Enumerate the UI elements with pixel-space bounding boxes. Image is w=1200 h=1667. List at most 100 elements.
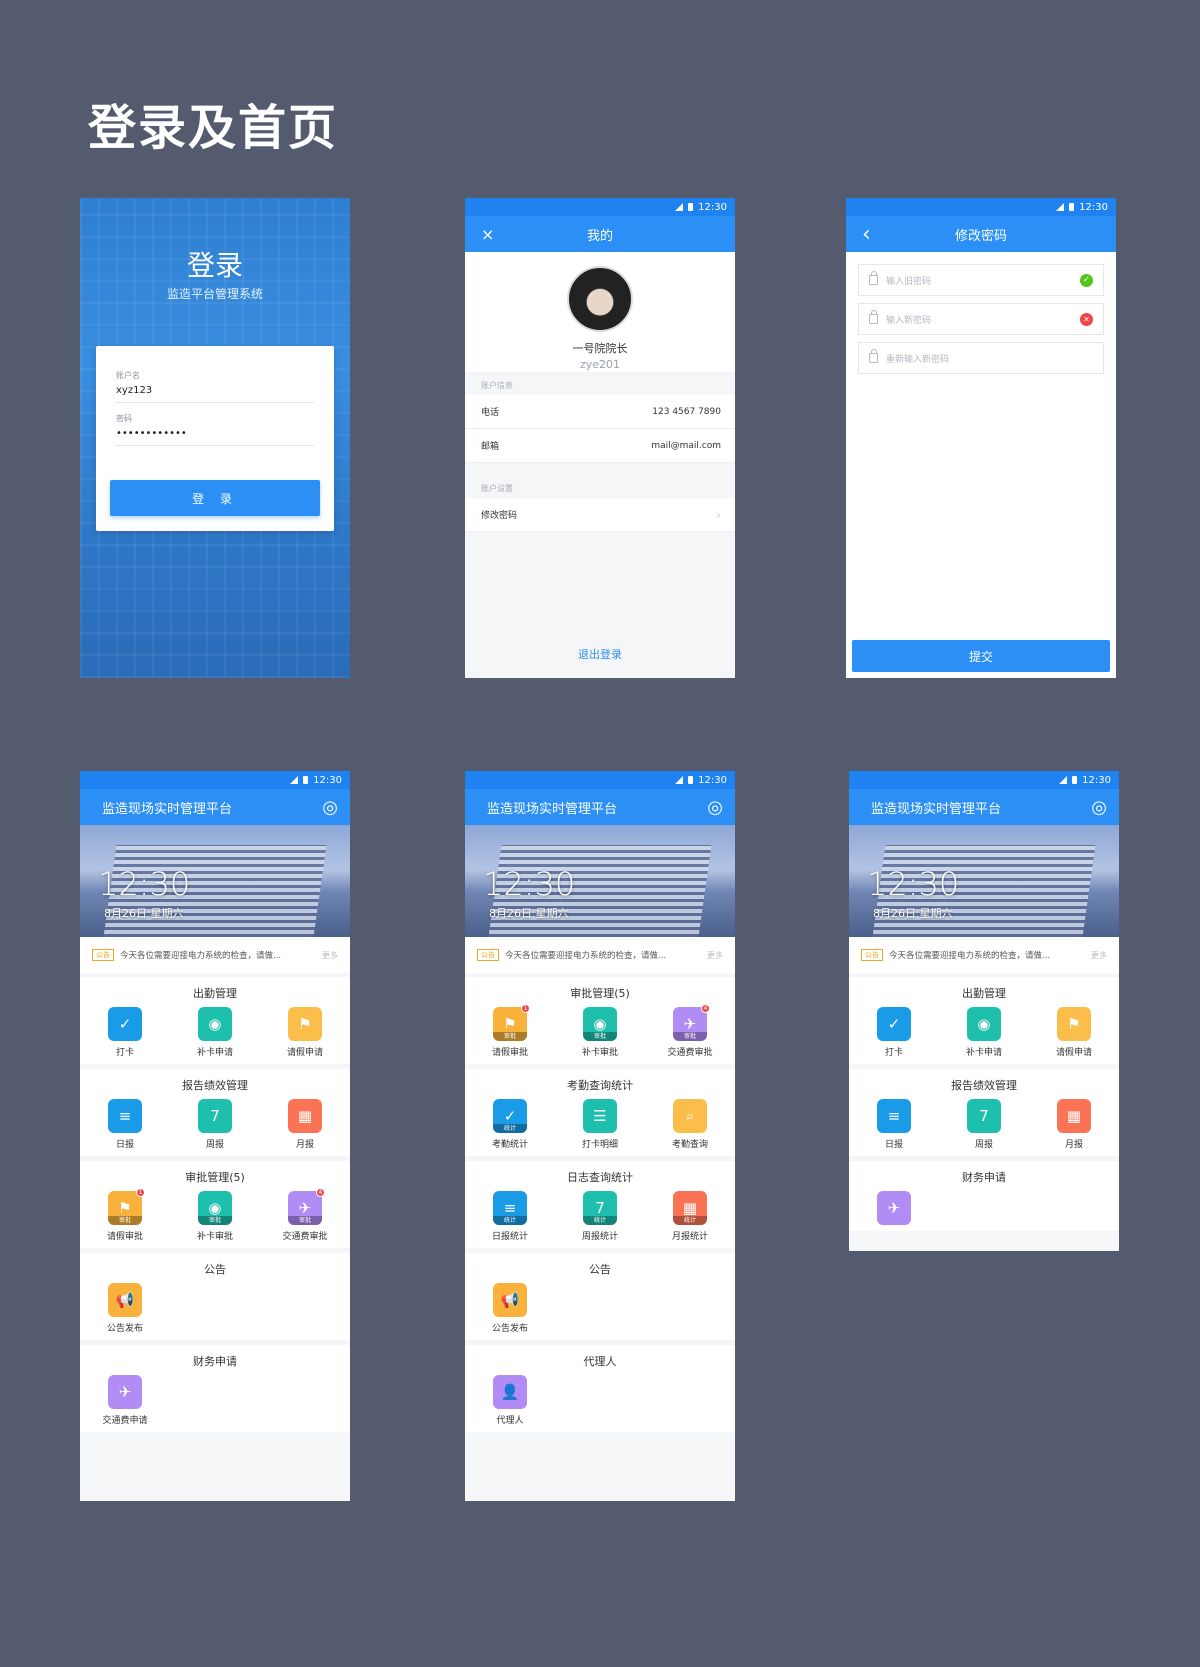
account-icon[interactable]: ◎ [1091,797,1107,818]
notice-more-link[interactable]: 更多 [322,950,338,961]
icon-sub-label: 统计 [582,1216,617,1225]
grid-calendar-icon: ▦ [1056,1099,1091,1133]
notice-tag: 公告 [477,949,499,961]
count-badge: 4 [700,1004,710,1013]
notice-tag: 公告 [92,949,114,961]
agent-item[interactable]: 👤 代理人 [465,1375,555,1426]
notice-bar[interactable]: 公告 今天各位需要迎接电力系统的检查，请做... 更多 [849,937,1119,973]
leave-apply-item[interactable]: ⚑ 请假申请 [1029,1007,1119,1058]
megaphone-icon: 📢 [492,1283,527,1317]
clock-detail-item[interactable]: ☰ 打卡明细 [555,1099,645,1150]
item-label: 周报 [974,1140,993,1150]
weekly-report-item[interactable]: 7 周报 [170,1099,260,1150]
login-screen: 登录 监造平台管理系统 账户名 xyz123 密码 •••••••••••• 登… [80,198,350,678]
new-password-field[interactable]: 输入新密码 ✕ [858,303,1104,335]
weekly-report-item[interactable]: 7 周报 [939,1099,1029,1150]
announce-publish-item[interactable]: 📢 公告发布 [465,1283,555,1334]
leave-approval-item[interactable]: ⚑ 审批 1 请假审批 [465,1004,555,1058]
makeup-approval-item[interactable]: ◉ 审批 补卡审批 [170,1191,260,1242]
weekly-stats-item[interactable]: 7 统计 周报统计 [555,1191,645,1242]
plane-glyph: ✈ [298,1199,312,1217]
app-title: 监造现场实时管理平台 [102,801,233,817]
profile-user-id: zye201 [579,358,621,371]
transport-apply-item[interactable]: ✈ [849,1191,939,1225]
avatar[interactable] [567,266,633,332]
email-row: 邮箱 mail@mail.com [465,429,735,463]
attendance-group: 出勤管理 ✓ 打卡 ◉ 补卡申请 ⚑ 请假申请 [80,977,350,1064]
grid-calendar-icon: ▦ 统计 [672,1191,707,1225]
group-title: 报告绩效管理 [951,1079,1017,1092]
email-value: mail@mail.com [651,440,721,451]
attendance-stats-group: 考勤查询统计 ✓ 统计 考勤统计 ☰ 打卡明细 ⌕ 考勤查询 [465,1069,735,1156]
monthly-stats-item[interactable]: ▦ 统计 月报统计 [645,1191,735,1242]
item-label: 补卡申请 [965,1048,1002,1058]
item-label: 公告发布 [491,1324,528,1334]
old-password-field[interactable]: 输入旧密码 ✓ [858,264,1104,296]
monthly-report-item[interactable]: ▦ 月报 [260,1099,350,1150]
app-title: 监造现场实时管理平台 [871,801,1002,817]
profile-screen: 12:30 × 我的 一号院院长 zye201 账户信息 电话 123 4567 … [465,198,735,678]
signal-icon [1059,776,1068,784]
pin-icon: ◉ [966,1007,1001,1041]
status-time: 12:30 [313,774,342,786]
signal-icon [290,776,299,784]
transport-approval-item[interactable]: ✈ 审批 4 交通费审批 [260,1188,350,1242]
notice-more-link[interactable]: 更多 [707,950,723,961]
leave-approval-item[interactable]: ⚑ 审批 1 请假审批 [80,1188,170,1242]
login-button[interactable]: 登 录 [110,480,320,516]
check-glyph: ✓ [503,1107,517,1125]
notice-bar[interactable]: 公告 今天各位需要迎接电力系统的检查，请做... 更多 [465,937,735,973]
hero-banner: 12:30 8月26日 星期六 [80,825,350,937]
username-input[interactable]: xyz123 [116,381,314,403]
item-label: 考勤统计 [491,1140,528,1150]
lock-icon [869,271,878,285]
error-icon: ✕ [1080,312,1093,326]
profile-name: 一号院院长 [572,342,628,355]
account-icon[interactable]: ◎ [322,797,338,818]
change-password-row[interactable]: 修改密码 › [465,498,735,532]
new-password-placeholder: 输入新密码 [886,315,932,326]
logout-button[interactable]: 退出登录 [465,646,735,662]
item-label: 打卡明细 [581,1140,618,1150]
notice-bar[interactable]: 公告 今天各位需要迎接电力系统的检查，请做... 更多 [80,937,350,973]
submit-button[interactable]: 提交 [852,640,1110,672]
notice-more-link[interactable]: 更多 [1091,950,1107,961]
item-label: 交通费审批 [282,1232,328,1242]
clock-in-item[interactable]: ✓ 打卡 [849,1007,939,1058]
lock-icon [869,349,878,363]
item-label: 日报 [115,1140,134,1150]
chevron-right-icon: › [716,507,721,522]
item-label: 补卡审批 [196,1232,233,1242]
leave-apply-item[interactable]: ⚑ 请假申请 [260,1007,350,1058]
account-info-label: 账户信息 [481,381,513,390]
attendance-stats-item[interactable]: ✓ 统计 考勤统计 [465,1099,555,1150]
monthly-report-item[interactable]: ▦ 月报 [1029,1099,1119,1150]
makeup-apply-item[interactable]: ◉ 补卡申请 [170,1007,260,1058]
icon-sub-label: 审批 [107,1216,142,1225]
lines-icon: ≡ 统计 [492,1191,527,1225]
group-title: 出勤管理 [962,987,1006,1000]
makeup-approval-item[interactable]: ◉ 审批 补卡审批 [555,1007,645,1058]
daily-report-item[interactable]: ≡ 日报 [80,1099,170,1150]
transport-apply-item[interactable]: ✈ 交通费申请 [80,1375,170,1426]
daily-stats-item[interactable]: ≡ 统计 日报统计 [465,1191,555,1242]
home-navbar: 监造现场实时管理平台 ◎ [465,789,735,825]
item-label: 打卡 [115,1048,134,1058]
finance-group: 财务申请 ✈ 交通费申请 [80,1345,350,1432]
makeup-apply-item[interactable]: ◉ 补卡申请 [939,1007,1029,1058]
battery-icon [1069,203,1075,211]
status-bar: 12:30 [80,771,350,789]
confirm-password-field[interactable]: 重新输入新密码 [858,342,1104,374]
password-input[interactable]: •••••••••••• [116,424,314,446]
clock-in-item[interactable]: ✓ 打卡 [80,1007,170,1058]
pin-glyph: ◉ [208,1199,222,1217]
daily-report-item[interactable]: ≡ 日报 [849,1099,939,1150]
password-screen: 12:30 ‹ 修改密码 输入旧密码 ✓ 输入新密码 ✕ 重新输入新密码 提交 [846,198,1116,678]
attendance-query-item[interactable]: ⌕ 考勤查询 [645,1099,735,1150]
account-icon[interactable]: ◎ [707,797,723,818]
transport-approval-item[interactable]: ✈ 审批 4 交通费审批 [645,1004,735,1058]
announce-publish-item[interactable]: 📢 公告发布 [80,1283,170,1334]
login-card: 账户名 xyz123 密码 •••••••••••• 登 录 [96,346,334,531]
flag-icon: ⚑ [287,1007,322,1041]
item-label: 月报 [1064,1140,1083,1150]
